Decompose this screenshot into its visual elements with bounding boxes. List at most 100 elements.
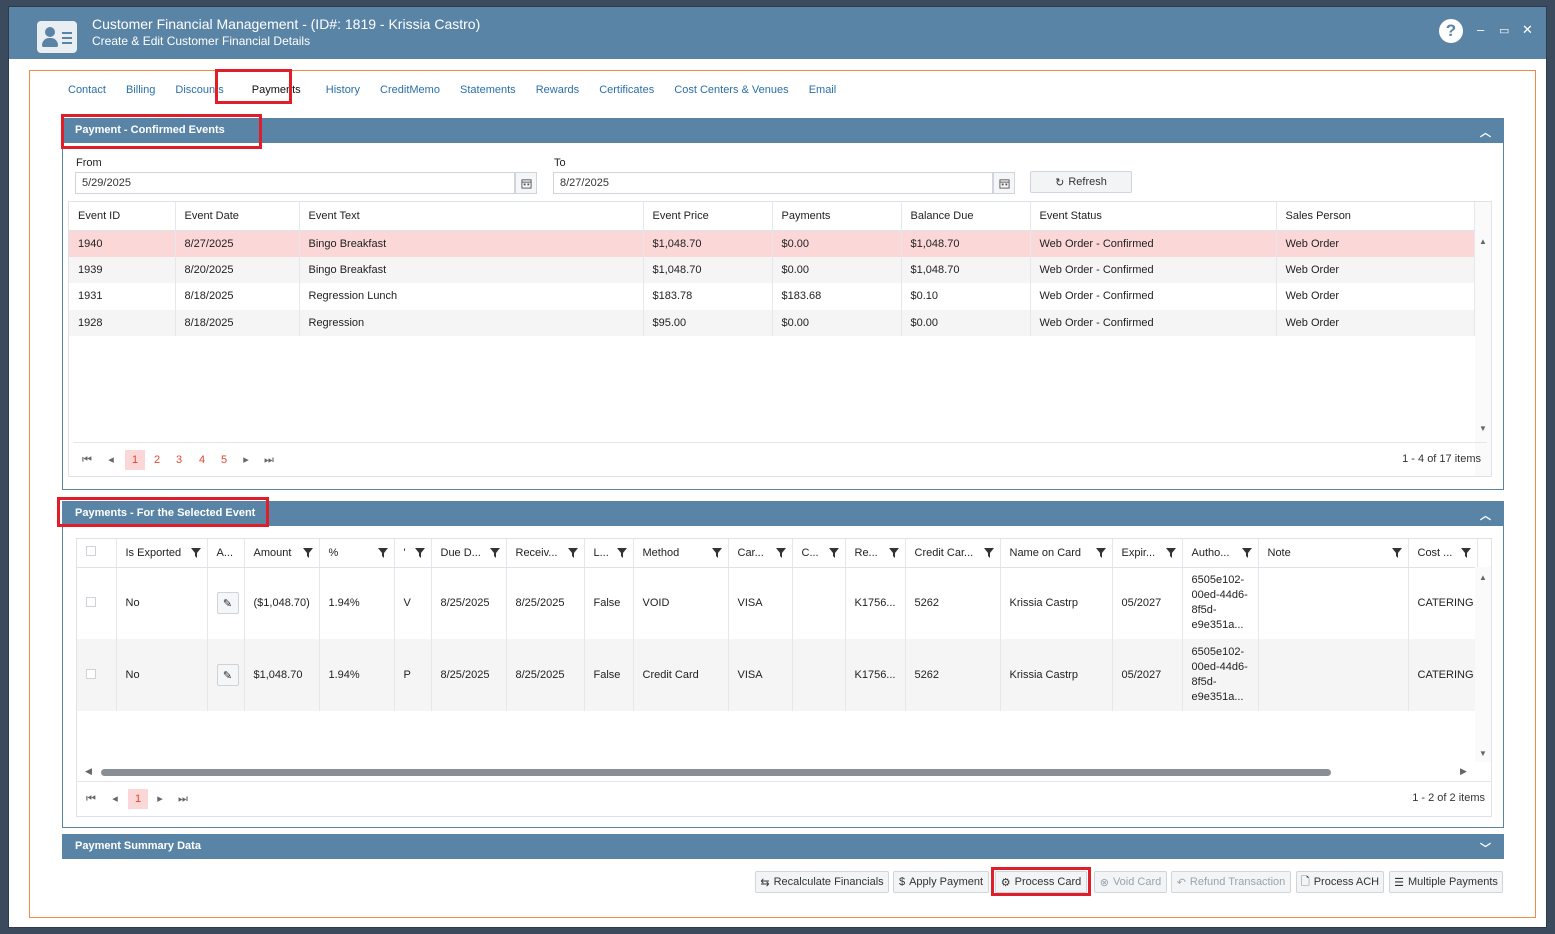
maximize-icon[interactable]: ▭ (1499, 24, 1509, 37)
page-1[interactable]: 1 (128, 789, 148, 809)
col-l[interactable]: L... (584, 539, 634, 568)
scroll-down-icon[interactable]: ▼ (1479, 424, 1487, 433)
col-a[interactable]: A... (207, 539, 245, 568)
collapse-chevron-icon[interactable]: ︿ (1480, 507, 1491, 523)
process-card-button[interactable]: ⚙ Process Card (995, 871, 1087, 893)
col-cost-center[interactable]: Cost ... (1408, 539, 1478, 568)
page-1[interactable]: 1 (125, 450, 145, 470)
row-checkbox[interactable] (77, 639, 117, 711)
first-page-icon[interactable]: ⏮ (77, 450, 97, 470)
col-type[interactable]: ' (394, 539, 432, 568)
row-checkbox[interactable] (77, 567, 117, 639)
hscroll-thumb[interactable] (101, 769, 1331, 776)
edit-pencil-icon[interactable]: ✎ (216, 592, 239, 615)
scroll-up-icon[interactable]: ▲ (1479, 573, 1487, 582)
table-row[interactable]: 1928 8/18/2025 Regression $95.00 $0.00 $… (69, 309, 1475, 336)
next-page-icon[interactable]: ▸ (236, 450, 256, 470)
payment-summary-header[interactable]: Payment Summary Data ﹀ (63, 835, 1503, 859)
selected-payments-header[interactable]: Payments - For the Selected Event ︿ (63, 502, 1503, 526)
tab-payments[interactable]: Payments (243, 79, 309, 101)
col-authorization[interactable]: Autho... (1182, 539, 1259, 568)
tab-discounts[interactable]: Discounts (167, 79, 231, 101)
col-payments[interactable]: Payments (772, 202, 902, 231)
to-calendar-icon[interactable] (993, 172, 1015, 194)
cell (1258, 639, 1409, 711)
page-2[interactable]: 2 (147, 450, 167, 470)
to-date-input[interactable]: 8/27/2025 (553, 172, 993, 194)
table-row[interactable]: No ✎ ($1,048.70) 1.94% V 8/25/2025 8/25/… (77, 567, 1478, 639)
window-titlebar[interactable]: Customer Financial Management - (ID#: 18… (9, 7, 1546, 59)
filter-icon (302, 548, 313, 558)
page-3[interactable]: 3 (169, 450, 189, 470)
tab-rewards[interactable]: Rewards (528, 79, 587, 101)
col-event-status[interactable]: Event Status (1030, 202, 1277, 231)
last-page-icon[interactable]: ⏭ (259, 450, 279, 470)
scroll-right-icon[interactable]: ▶ (1460, 766, 1467, 777)
prev-page-icon[interactable]: ◂ (105, 789, 125, 809)
tab-contact[interactable]: Contact (60, 79, 114, 101)
cell: $183.78 (643, 283, 773, 310)
col-name-on-card[interactable]: Name on Card (1000, 539, 1113, 568)
page-5[interactable]: 5 (214, 450, 234, 470)
col-re[interactable]: Re... (845, 539, 906, 568)
col-balance-due[interactable]: Balance Due (901, 202, 1031, 231)
cell: 8/27/2025 (175, 230, 300, 257)
events-scrollbar[interactable]: ▲ ▼ (1475, 202, 1491, 476)
col-is-exported[interactable]: Is Exported (116, 539, 208, 568)
tab-billing[interactable]: Billing (118, 79, 163, 101)
col-event-date[interactable]: Event Date (175, 202, 300, 231)
col-amount[interactable]: Amount (244, 539, 320, 568)
scroll-up-icon[interactable]: ▲ (1479, 237, 1487, 246)
col-expiration[interactable]: Expir... (1112, 539, 1183, 568)
col-c[interactable]: C... (792, 539, 846, 568)
tab-cost-centers[interactable]: Cost Centers & Venues (666, 79, 796, 101)
close-icon[interactable]: ✕ (1522, 22, 1533, 38)
from-calendar-icon[interactable] (515, 172, 537, 194)
minimize-icon[interactable]: – (1477, 22, 1484, 37)
col-sales-person[interactable]: Sales Person (1276, 202, 1475, 231)
refresh-button[interactable]: ↻ Refresh (1030, 171, 1132, 193)
collapse-chevron-icon[interactable]: ︿ (1480, 124, 1491, 140)
tab-email[interactable]: Email (801, 79, 845, 101)
col-event-price[interactable]: Event Price (643, 202, 773, 231)
first-page-icon[interactable]: ⏮ (81, 789, 101, 809)
edit-pencil-icon[interactable]: ✎ (216, 664, 239, 686)
col-method[interactable]: Method (633, 539, 729, 568)
col-note[interactable]: Note (1258, 539, 1409, 568)
recalculate-financials-button[interactable]: ⇆ Recalculate Financials (755, 871, 889, 893)
table-row[interactable]: No ✎ $1,048.70 1.94% P 8/25/2025 8/25/20… (77, 639, 1478, 711)
scroll-down-icon[interactable]: ▼ (1479, 749, 1487, 758)
col-event-id[interactable]: Event ID (69, 202, 176, 231)
col-due-date[interactable]: Due D... (431, 539, 507, 568)
confirmed-events-header[interactable]: Payment - Confirmed Events ︿ (63, 119, 1503, 143)
col-credit-card[interactable]: Credit Car... (905, 539, 1001, 568)
payments-vscrollbar[interactable]: ▲ ▼ (1475, 567, 1491, 762)
help-icon[interactable]: ? (1439, 19, 1463, 43)
tab-certificates[interactable]: Certificates (591, 79, 662, 101)
col-percent[interactable]: % (319, 539, 395, 568)
last-page-icon[interactable]: ⏭ (173, 789, 193, 809)
scroll-left-icon[interactable]: ◀ (85, 766, 92, 777)
tab-statements[interactable]: Statements (452, 79, 524, 101)
table-row[interactable]: 1939 8/20/2025 Bingo Breakfast $1,048.70… (69, 256, 1475, 283)
prev-page-icon[interactable]: ◂ (101, 450, 121, 470)
select-all-checkbox[interactable] (77, 539, 117, 568)
void-card-button[interactable]: ⊗ Void Card (1094, 871, 1167, 893)
page-4[interactable]: 4 (192, 450, 212, 470)
tab-history[interactable]: History (318, 79, 368, 101)
col-card[interactable]: Car... (728, 539, 793, 568)
next-page-icon[interactable]: ▸ (150, 789, 170, 809)
col-received[interactable]: Receiv... (506, 539, 585, 568)
expand-chevron-icon[interactable]: ﹀ (1480, 840, 1491, 856)
multiple-payments-button[interactable]: ☰ Multiple Payments (1389, 871, 1503, 893)
tab-creditmemo[interactable]: CreditMemo (372, 79, 448, 101)
table-row[interactable]: 1940 8/27/2025 Bingo Breakfast $1,048.70… (69, 230, 1475, 257)
cell: 8/25/2025 (431, 567, 507, 639)
table-row[interactable]: 1931 8/18/2025 Regression Lunch $183.78 … (69, 283, 1475, 310)
col-event-text[interactable]: Event Text (299, 202, 644, 231)
from-date-input[interactable]: 5/29/2025 (75, 172, 515, 194)
apply-payment-button[interactable]: $ Apply Payment (893, 871, 989, 893)
payments-hscrollbar[interactable]: ◀ ▶ (77, 766, 1477, 778)
refund-transaction-button[interactable]: ↶ Refund Transaction (1171, 871, 1291, 893)
process-ach-button[interactable]: 🗋 Process ACH (1296, 871, 1384, 893)
